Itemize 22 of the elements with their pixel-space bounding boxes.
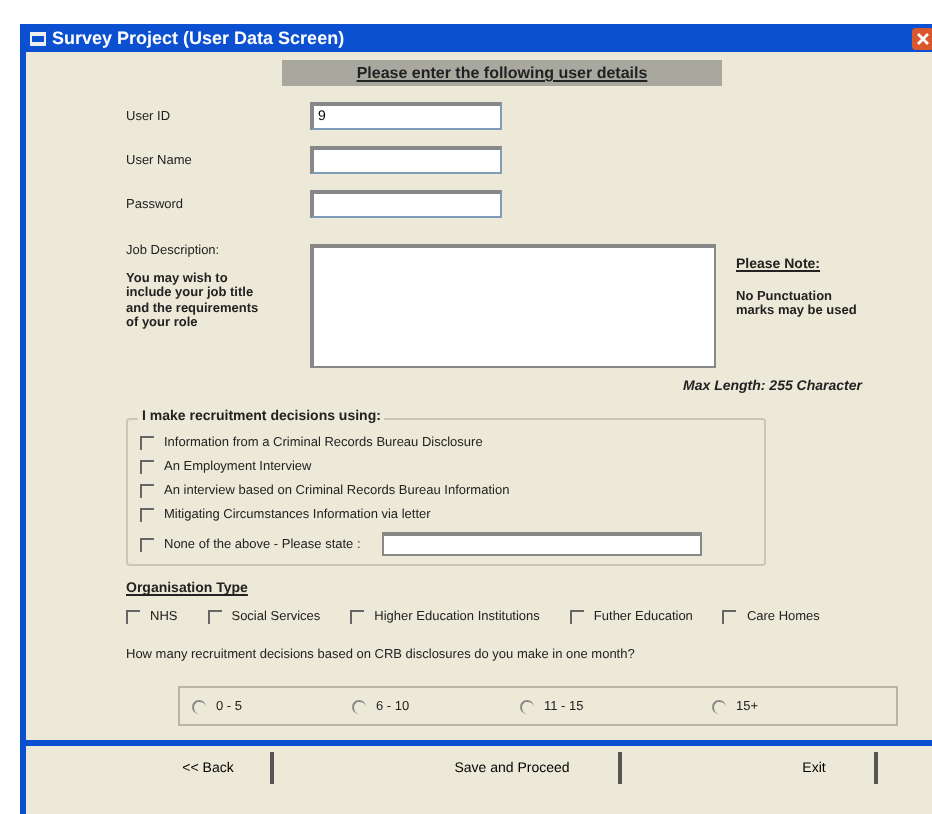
checkbox[interactable]: [140, 484, 154, 498]
close-icon[interactable]: [912, 27, 932, 49]
job-description-field[interactable]: [310, 244, 716, 368]
checkbox[interactable]: [207, 610, 222, 624]
checkbox[interactable]: [140, 436, 154, 450]
app-icon: [30, 31, 46, 45]
checkbox[interactable]: [140, 537, 154, 551]
window-title: Survey Project (User Data Screen): [52, 28, 347, 48]
radio-button[interactable]: [712, 699, 726, 713]
radio-button[interactable]: [520, 699, 534, 713]
input-field[interactable]: [382, 532, 703, 556]
radio-button[interactable]: [352, 699, 366, 713]
input-field[interactable]: [310, 146, 502, 174]
form-heading: Please enter the following user details: [282, 60, 722, 86]
checkbox[interactable]: [126, 610, 140, 624]
checkbox[interactable]: [140, 508, 154, 522]
checkbox[interactable]: [722, 610, 737, 624]
radio-button[interactable]: [192, 699, 206, 713]
checkbox[interactable]: [140, 460, 154, 474]
checkbox[interactable]: [350, 610, 365, 624]
checkbox[interactable]: [569, 610, 584, 624]
input-field[interactable]: [310, 190, 502, 218]
